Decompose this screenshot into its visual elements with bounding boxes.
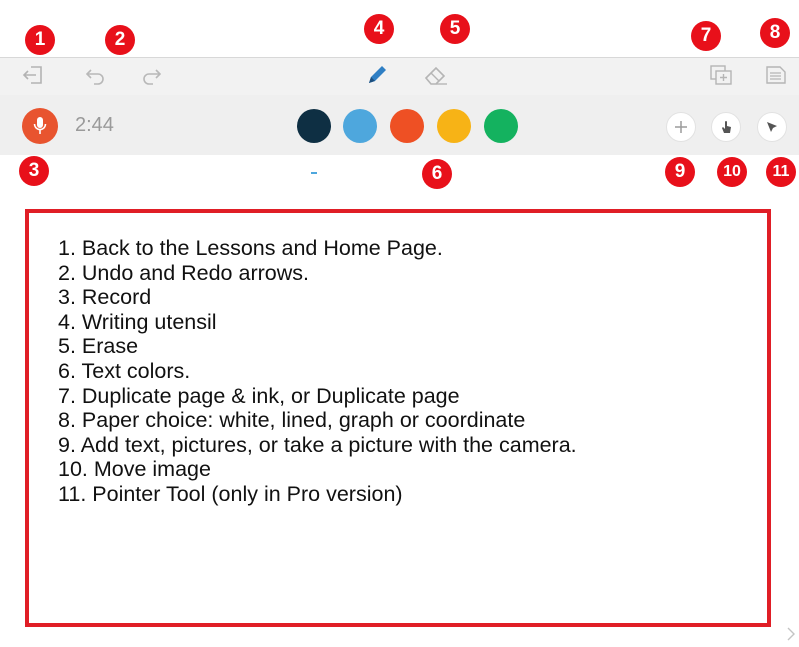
pointer-tool-button[interactable] [757,112,787,142]
callout-badge-11: 11 [766,157,796,187]
callout-badge-7: 7 [691,21,721,51]
legend-item: 1. Back to the Lessons and Home Page. [58,236,443,260]
callout-badge-8: 8 [760,18,790,48]
legend-list: 1. Back to the Lessons and Home Page. 2.… [58,236,577,507]
legend-item: 6. Text colors. [58,358,191,383]
legend-item: 7. Duplicate page & ink, or Duplicate pa… [58,383,460,408]
callout-badge-10: 10 [717,157,747,187]
legend-item: 8. Paper choice: white, lined, graph or … [58,408,526,433]
legend-item: 11. Pointer Tool (only in Pro version) [58,481,403,506]
pointer-arrow-icon [767,122,777,132]
paper-icon[interactable] [761,61,791,89]
color-swatch-light-blue[interactable] [343,109,377,143]
legend-item: 4. Writing utensil [58,309,217,334]
duplicate-page-icon[interactable] [706,61,736,89]
callout-badge-1: 1 [25,25,55,55]
recording-timer: 2:44 [75,114,114,136]
legend-box: 1. Back to the Lessons and Home Page. 2.… [25,209,771,627]
color-swatch-yellow[interactable] [437,109,471,143]
undo-arrow-icon[interactable] [82,62,110,88]
legend-item: 3. Record [58,285,152,310]
top-toolbar [0,57,799,96]
eraser-icon[interactable] [420,60,452,90]
callout-badge-3: 3 [19,156,49,186]
color-swatch-green[interactable] [484,109,518,143]
callout-badge-9: 9 [665,157,695,187]
redo-arrow-icon[interactable] [137,62,165,88]
hand-icon [722,121,731,133]
exit-arrow-icon[interactable] [19,62,47,88]
pencil-icon[interactable] [362,60,392,90]
legend-item: 2. Undo and Redo arrows. [58,260,309,285]
add-content-button[interactable] [666,112,696,142]
next-page-chevron-icon[interactable] [785,626,797,642]
callout-badge-6: 6 [422,159,452,189]
legend-item: 5. Erase [58,334,139,359]
callout-badge-4: 4 [364,14,394,44]
plus-icon [675,121,687,133]
legend-item: 9. Add text, pictures, or take a picture… [58,432,577,457]
color-swatch-orange-red[interactable] [390,109,424,143]
microphone-icon[interactable] [22,108,58,144]
callout-badge-5: 5 [440,14,470,44]
color-swatch-navy[interactable] [297,109,331,143]
move-image-button[interactable] [711,112,741,142]
callout-badge-2: 2 [105,25,135,55]
palette-indicator [311,172,317,174]
legend-item: 10. Move image [58,457,211,482]
